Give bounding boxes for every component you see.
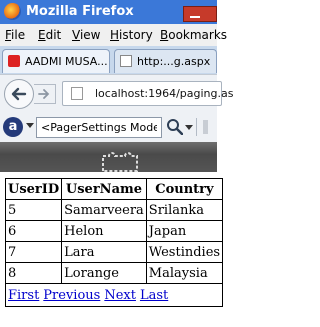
cell-country: Srilanka <box>145 199 224 221</box>
pager-row: First Previous Next Last <box>4 283 224 307</box>
menu-bar: File Edit View History Bookmarks <box>0 24 227 46</box>
toolbar-divider <box>196 118 197 136</box>
forward-arrow-icon <box>38 89 50 99</box>
search-dropdown-icon[interactable] <box>185 125 193 130</box>
header-row: UserID UserName Country <box>4 178 224 200</box>
header-country: Country <box>145 178 224 200</box>
back-arrow-icon <box>11 87 27 101</box>
toolbar-overflow-handle[interactable] <box>203 120 208 134</box>
cell-country: Japan <box>145 220 224 242</box>
search-input[interactable] <box>36 117 162 138</box>
page-icon <box>71 87 83 100</box>
firefox-logo-icon <box>4 3 21 20</box>
cell-userid: 5 <box>4 199 63 221</box>
cell-country: Westindies <box>145 241 224 263</box>
tab-paging[interactable]: http:...g.aspx <box>114 49 217 73</box>
cell-userid: 7 <box>4 241 63 263</box>
cell-username: Lara <box>61 241 147 263</box>
header-username: UserName <box>61 178 147 200</box>
tab-label: http:...g.aspx <box>137 55 211 68</box>
minimize-icon <box>190 16 200 18</box>
menu-bookmarks[interactable]: Bookmarks <box>160 28 227 42</box>
address-bar[interactable]: localhost:1964/paging.as <box>62 81 233 106</box>
forward-button[interactable] <box>34 84 56 104</box>
address-url: localhost:1964/paging.as <box>95 87 234 100</box>
pager-next-link[interactable]: Next <box>104 288 136 303</box>
menu-history[interactable]: History <box>110 28 153 42</box>
menu-edit[interactable]: Edit <box>38 28 61 42</box>
search-toolbar: a <box>0 112 217 143</box>
cell-username: Lorange <box>61 262 147 284</box>
cell-country: Malaysia <box>145 262 224 284</box>
pager-last-link[interactable]: Last <box>140 288 168 303</box>
tab-aadmi[interactable]: AADMI MUSA... <box>2 49 110 73</box>
pager-previous-link[interactable]: Previous <box>43 288 100 303</box>
addon-a-icon[interactable]: a <box>3 117 23 137</box>
table-row: 6 Helon Japan <box>4 220 224 242</box>
header-userid: UserID <box>4 178 63 200</box>
tab-label: AADMI MUSA... <box>25 55 108 68</box>
cell-userid: 8 <box>4 262 63 284</box>
minimize-button[interactable] <box>183 6 217 22</box>
addon-dropdown-icon[interactable] <box>26 123 34 128</box>
back-button[interactable] <box>4 79 34 109</box>
tab-bar: AADMI MUSA... http:...g.aspx <box>0 46 217 74</box>
window-title: Mozilla Firefox <box>26 4 134 19</box>
pager: First Previous Next Last <box>4 283 224 307</box>
menu-view[interactable]: View <box>72 28 100 42</box>
users-gridview: UserID UserName Country 5 Samarveera Sri… <box>4 178 224 307</box>
search-icon[interactable] <box>166 118 183 135</box>
pager-first-link[interactable]: First <box>8 288 39 303</box>
cell-username: Samarveera <box>61 199 147 221</box>
site-favicon-icon <box>8 55 20 67</box>
puzzle-piece-icon <box>102 152 138 172</box>
cell-username: Helon <box>61 220 147 242</box>
navigation-toolbar: localhost:1964/paging.as <box>0 74 233 113</box>
table-row: 7 Lara Westindies <box>4 241 224 263</box>
table-row: 5 Samarveera Srilanka <box>4 199 224 221</box>
page-favicon-icon <box>120 55 132 67</box>
cell-userid: 6 <box>4 220 63 242</box>
menu-file[interactable]: File <box>5 28 25 42</box>
table-row: 8 Lorange Malaysia <box>4 262 224 284</box>
title-bar: Mozilla Firefox <box>0 0 217 24</box>
